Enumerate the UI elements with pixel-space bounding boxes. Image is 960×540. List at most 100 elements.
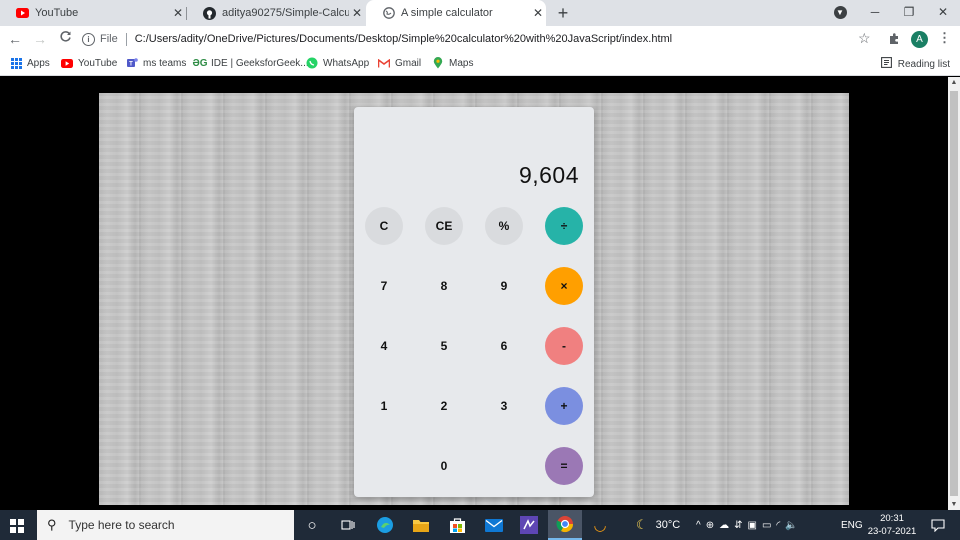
- close-tab-icon[interactable]: ✕: [530, 6, 546, 20]
- visual-studio-icon[interactable]: [519, 515, 539, 535]
- bookmark-label: IDE | GeeksforGeek...: [211, 57, 309, 69]
- app-icon[interactable]: ◡: [590, 515, 610, 535]
- weather-temp: 30°C: [655, 519, 681, 531]
- key-9[interactable]: 9: [485, 267, 523, 305]
- scroll-up-arrow-icon[interactable]: ▲: [948, 79, 960, 86]
- address-bar[interactable]: i File C:/Users/adity/OneDrive/Pictures/…: [82, 28, 882, 50]
- tab-calculator[interactable]: A simple calculator ✕: [366, 0, 546, 26]
- cloud-icon[interactable]: ☁: [719, 520, 729, 531]
- youtube-icon: [16, 7, 29, 20]
- bookmark-label: ms teams: [143, 57, 187, 69]
- gfg-icon: ƏG: [192, 57, 208, 69]
- system-tray-icons: ^ ⊕ ☁ ⇵ ▣ ▭ ◜ 🔈: [696, 510, 798, 540]
- task-view-icon[interactable]: [338, 515, 358, 535]
- apps-grid-icon: [10, 57, 22, 69]
- taskbar-clock[interactable]: 20:31 23-07-2021: [862, 512, 922, 538]
- minimize-button[interactable]: ─: [858, 0, 892, 26]
- windows-taskbar: ⚲ Type here to search ○ ◡ ☾ 30°C ^ ⊕ ☁ ⇵…: [0, 510, 960, 540]
- youtube-icon: [61, 57, 73, 69]
- clock-time: 20:31: [880, 513, 904, 524]
- bookmark-ms-teams[interactable]: T ms teams: [126, 57, 186, 69]
- chevron-up-icon[interactable]: ^: [696, 520, 701, 531]
- key-8[interactable]: 8: [425, 267, 463, 305]
- volume-icon[interactable]: 🔈: [785, 520, 797, 531]
- bookmark-apps[interactable]: Apps: [10, 57, 50, 69]
- reading-list-label: Reading list: [897, 58, 950, 70]
- new-tab-button[interactable]: +: [553, 3, 573, 24]
- security-icon[interactable]: ⇵: [734, 520, 742, 531]
- weather-widget[interactable]: ☾ 30°C: [636, 510, 680, 540]
- close-tab-icon[interactable]: ✕: [170, 6, 186, 20]
- github-icon: [203, 6, 216, 20]
- bookmark-label: Apps: [27, 57, 50, 69]
- key-2[interactable]: 2: [425, 387, 463, 425]
- info-icon[interactable]: i: [82, 32, 95, 46]
- key-subtract[interactable]: -: [545, 327, 583, 365]
- cortana-icon[interactable]: ○: [302, 515, 322, 535]
- file-explorer-icon[interactable]: [411, 515, 431, 535]
- gmail-icon: [378, 57, 390, 69]
- close-window-button[interactable]: ✕: [926, 0, 960, 26]
- store-icon[interactable]: [447, 515, 467, 535]
- bookmark-youtube[interactable]: YouTube: [61, 57, 117, 69]
- scrollbar-thumb[interactable]: [950, 91, 958, 496]
- tab-github[interactable]: aditya90275/Simple-Calculator: s ✕: [187, 0, 365, 26]
- divider: [125, 32, 127, 46]
- tab-search-icon[interactable]: ▼: [823, 0, 857, 26]
- key-5[interactable]: 5: [425, 327, 463, 365]
- key-percent[interactable]: %: [485, 207, 523, 245]
- bookmark-star-icon[interactable]: ☆: [858, 30, 871, 47]
- tab-youtube[interactable]: YouTube ✕: [0, 0, 186, 26]
- key-multiply[interactable]: ×: [545, 267, 583, 305]
- bookmark-gmail[interactable]: Gmail: [378, 57, 421, 69]
- bookmark-whatsapp[interactable]: WhatsApp: [306, 57, 369, 69]
- tab-title: aditya90275/Simple-Calculator: s: [222, 7, 349, 19]
- page-viewport: 9,604 C CE % ÷ 7 8 9 × 4 5 6 - 1 2 3 + 0…: [0, 77, 948, 510]
- bookmark-label: WhatsApp: [323, 57, 370, 69]
- key-3[interactable]: 3: [485, 387, 523, 425]
- bookmark-maps[interactable]: Maps: [432, 57, 473, 69]
- key-equals[interactable]: =: [545, 447, 583, 485]
- calculator: 9,604 C CE % ÷ 7 8 9 × 4 5 6 - 1 2 3 + 0…: [354, 107, 594, 497]
- language-indicator[interactable]: ENG: [841, 510, 863, 540]
- back-button[interactable]: ←: [6, 30, 24, 48]
- touchpad-icon[interactable]: ⊕: [706, 520, 714, 531]
- menu-kebab-icon[interactable]: ⋮: [938, 30, 951, 46]
- reading-list-button[interactable]: Reading list: [880, 57, 950, 71]
- forward-button[interactable]: →: [31, 30, 49, 48]
- edge-icon[interactable]: [375, 515, 395, 535]
- key-1[interactable]: 1: [365, 387, 403, 425]
- key-4[interactable]: 4: [365, 327, 403, 365]
- bookmark-gfg[interactable]: ƏG IDE | GeeksforGeek...: [192, 57, 309, 69]
- extensions-puzzle-icon[interactable]: [888, 32, 901, 48]
- chrome-taskbar-icon[interactable]: [548, 510, 582, 540]
- key-6[interactable]: 6: [485, 327, 523, 365]
- globe-icon: [382, 7, 395, 20]
- close-tab-icon[interactable]: ✕: [349, 6, 365, 20]
- url-text[interactable]: C:/Users/adity/OneDrive/Pictures/Documen…: [135, 33, 672, 45]
- reload-button[interactable]: [56, 30, 74, 48]
- teams-icon: T: [126, 57, 138, 69]
- key-clear[interactable]: C: [365, 207, 403, 245]
- key-divide[interactable]: ÷: [545, 207, 583, 245]
- search-icon: ⚲: [47, 517, 57, 532]
- mail-icon[interactable]: [484, 515, 504, 535]
- battery-icon[interactable]: ▭: [762, 520, 771, 531]
- windows-start-icon[interactable]: [10, 519, 24, 533]
- page-scrollbar[interactable]: ▲ ▼: [948, 77, 960, 510]
- tab-title: YouTube: [35, 7, 79, 19]
- scroll-down-arrow-icon[interactable]: ▼: [948, 501, 960, 508]
- display-icon[interactable]: ▣: [747, 520, 756, 531]
- key-clear-entry[interactable]: CE: [425, 207, 463, 245]
- clock-date: 23-07-2021: [867, 526, 917, 537]
- key-0[interactable]: 0: [425, 447, 463, 485]
- key-add[interactable]: +: [545, 387, 583, 425]
- svg-text:T: T: [129, 62, 133, 68]
- notification-icon[interactable]: [928, 515, 948, 535]
- wifi-icon[interactable]: ◜: [776, 520, 780, 531]
- profile-avatar[interactable]: A: [911, 31, 928, 48]
- browser-toolbar: ← → i File C:/Users/adity/OneDrive/Pictu…: [0, 26, 960, 52]
- key-7[interactable]: 7: [365, 267, 403, 305]
- restore-button[interactable]: ❐: [892, 0, 926, 26]
- taskbar-search-box[interactable]: ⚲ Type here to search: [37, 510, 294, 540]
